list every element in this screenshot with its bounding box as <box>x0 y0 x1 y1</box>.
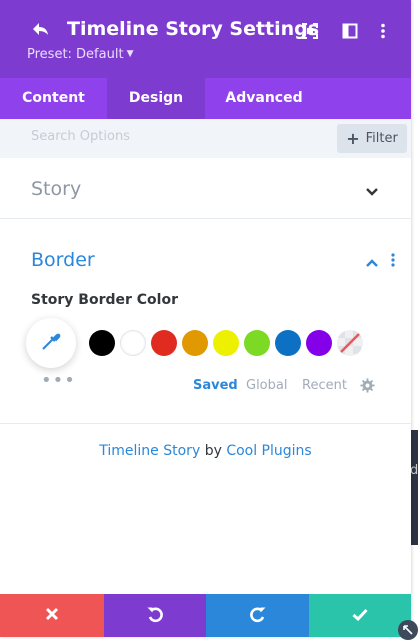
undo-arrow-icon[interactable] <box>30 20 52 42</box>
discard-button[interactable] <box>0 594 104 637</box>
sidebar-layout-icon[interactable] <box>338 19 362 43</box>
tab-design[interactable]: Design <box>107 78 205 119</box>
search-input[interactable]: Search Options <box>31 129 130 144</box>
palette-tab-global[interactable]: Global <box>246 378 287 393</box>
filter-label: Filter <box>365 131 398 146</box>
color-swatch-green[interactable] <box>244 330 270 356</box>
plugin-link[interactable]: Timeline Story <box>99 443 200 459</box>
settings-tabs: Content Design Advanced <box>0 78 411 119</box>
section-divider <box>0 423 411 424</box>
color-swatch-white[interactable] <box>120 330 146 356</box>
section-story-toggle[interactable]: Story <box>0 158 411 219</box>
settings-modal: Timeline Story Settings Preset: Default ▼… <box>0 0 411 637</box>
background-page-strip <box>410 430 418 545</box>
modal-header[interactable]: Timeline Story Settings Preset: Default ▼ <box>0 0 411 78</box>
undo-icon <box>146 605 164 627</box>
resize-handle[interactable] <box>398 620 418 640</box>
background-page-fragment: d <box>410 463 418 478</box>
section-menu-icon[interactable] <box>390 252 396 271</box>
section-title-border[interactable]: Border <box>31 249 95 271</box>
gear-icon[interactable] <box>360 378 375 397</box>
filter-button[interactable]: + Filter <box>337 124 407 153</box>
author-link[interactable]: Cool Plugins <box>226 443 311 459</box>
expand-icon[interactable] <box>298 19 322 43</box>
chevron-down-icon <box>365 182 379 201</box>
kebab-menu-icon[interactable] <box>371 19 395 43</box>
credit-by-text: by <box>204 443 222 459</box>
undo-button[interactable] <box>104 594 206 637</box>
redo-icon <box>249 605 267 627</box>
color-swatch-yellow[interactable] <box>213 330 239 356</box>
tab-content[interactable]: Content <box>0 78 107 119</box>
modal-title: Timeline Story Settings <box>67 18 320 40</box>
plus-icon: + <box>346 129 360 148</box>
section-title-story: Story <box>31 178 82 200</box>
preset-label: Preset: Default <box>27 47 124 62</box>
chevron-up-icon[interactable] <box>365 253 379 272</box>
palette-tab-recent[interactable]: Recent <box>302 378 347 393</box>
color-swatch-purple[interactable] <box>306 330 332 356</box>
redo-button[interactable] <box>206 594 309 637</box>
plugin-credit: Timeline Story by Cool Plugins <box>0 443 411 459</box>
check-icon <box>352 606 368 625</box>
close-icon <box>45 606 59 625</box>
color-swatch-red[interactable] <box>151 330 177 356</box>
color-swatch-blue[interactable] <box>275 330 301 356</box>
color-swatch-orange[interactable] <box>182 330 208 356</box>
save-button[interactable] <box>309 594 411 637</box>
color-swatch-black[interactable] <box>89 330 115 356</box>
more-colors-button[interactable]: ••• <box>41 372 76 390</box>
color-picker-button[interactable] <box>26 318 76 368</box>
eyedropper-icon <box>40 330 62 356</box>
caret-down-icon: ▼ <box>126 49 134 59</box>
preset-selector[interactable]: Preset: Default ▼ <box>27 47 133 62</box>
color-swatch-none[interactable] <box>337 330 363 356</box>
story-border-color-label: Story Border Color <box>31 292 178 308</box>
palette-tab-saved[interactable]: Saved <box>193 378 238 393</box>
tab-advanced[interactable]: Advanced <box>205 78 323 119</box>
